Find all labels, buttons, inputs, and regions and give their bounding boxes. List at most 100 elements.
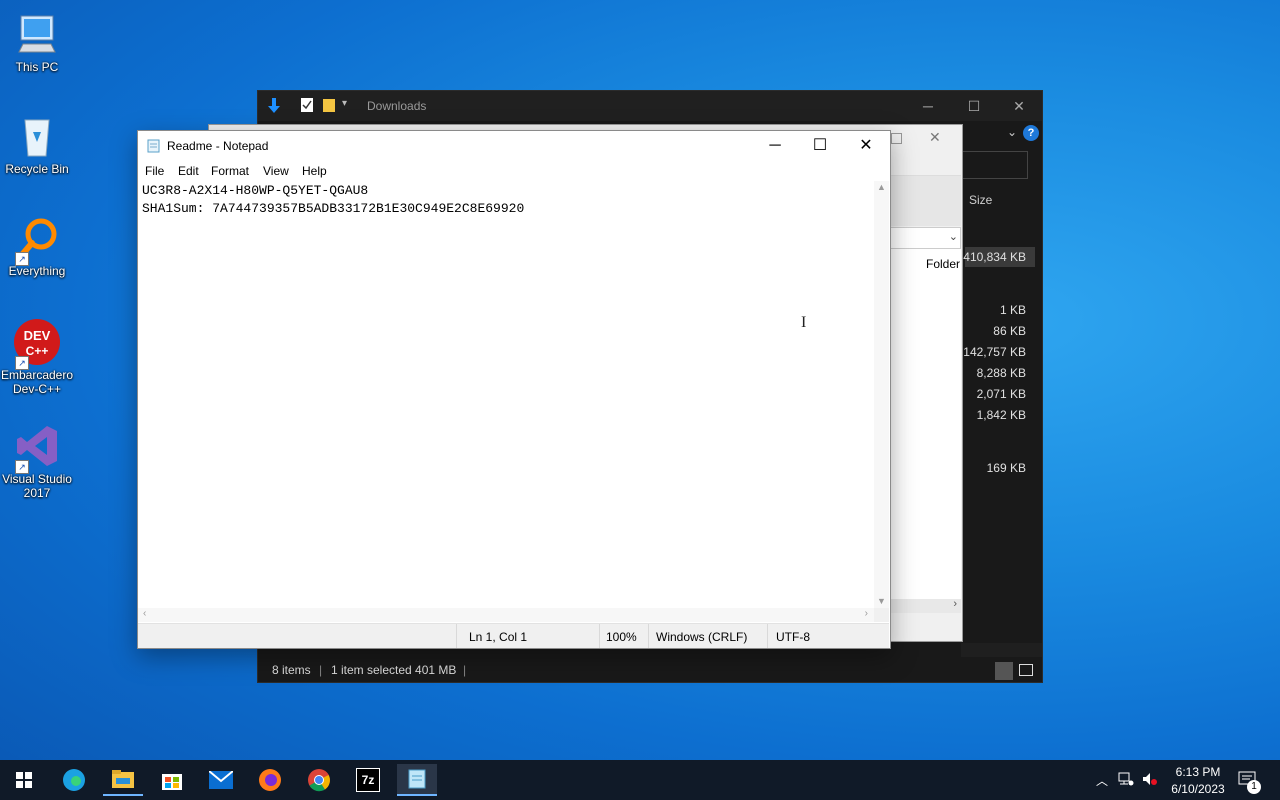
file-type: Folder [925,257,960,271]
chrome-icon[interactable] [299,764,339,796]
store-icon[interactable] [152,764,192,796]
search-box[interactable] [961,151,1028,179]
start-icon [16,772,32,788]
status-item-count: 8 items [272,663,311,677]
start-button[interactable] [4,764,44,796]
properties-icon[interactable] [300,97,314,115]
text-line: UC3R8-A2X14-H80WP-Q5YET-QGAU8 [142,183,369,198]
column-header-size[interactable]: Size [969,193,992,207]
text-line: SHA1Sum: 7A744739357B5ADB33172B1E30C949E… [142,201,525,216]
status-position: Ln 1, Col 1 [469,630,528,644]
file-size: 410,834 KB [963,250,1026,264]
desktop-icon-recycle-bin[interactable]: Recycle Bin [0,112,74,176]
taskbar: 7z ︿ 6:13 PM 6/10/2023 1 [0,760,1280,800]
help-icon[interactable]: ? [1023,125,1039,141]
expand-ribbon-icon[interactable]: ⌄ [1007,125,1017,139]
scrollbar-corner [874,608,889,622]
minimize-button[interactable]: ─ [752,131,798,161]
menu-edit[interactable]: Edit [178,164,199,178]
status-line-ending: Windows (CRLF) [656,630,748,644]
notepad-title: Readme - Notepad [167,139,269,153]
desktop-icon-label: Recycle Bin [5,162,69,176]
close-button[interactable]: ✕ [843,131,889,161]
scroll-right-icon[interactable]: › [865,608,868,619]
background-window-close-button[interactable]: ✕ [929,129,941,146]
menu-format[interactable]: Format [211,164,249,178]
show-hidden-icons-chevron-icon[interactable]: ︿ [1096,772,1108,789]
clock-time[interactable]: 6:13 PM [1172,765,1224,779]
menu-bar: File Edit Format View Help [138,161,890,181]
menu-file[interactable]: File [145,164,164,178]
desktop-icon-visual-studio[interactable]: ↗ Visual Studio 2017 [0,422,74,500]
shortcut-arrow-icon: ↗ [15,356,29,370]
7zip-icon[interactable]: 7z [348,764,388,796]
desktop-icon-label: Visual Studio 2017 [2,472,72,500]
desktop-icon-label: This PC [15,60,59,74]
maximize-button[interactable]: ☐ [797,131,843,161]
address-dropdown[interactable]: ⌄ [889,227,961,249]
horizontal-scrollbar[interactable]: ‹ › [138,608,874,622]
firefox-icon[interactable] [250,764,290,796]
menu-view[interactable]: View [263,164,289,178]
scroll-up-icon[interactable]: ▲ [877,182,886,192]
clock-date[interactable]: 6/10/2023 [1168,782,1228,796]
file-size: 1 KB [999,303,1026,317]
menu-help[interactable]: Help [302,164,327,178]
7zip-label: 7z [356,768,380,792]
notepad-app-icon [147,139,160,153]
text-cursor-icon: I [801,314,807,331]
status-divider [648,624,649,648]
status-divider [599,624,600,648]
file-explorer-icon[interactable] [103,764,143,796]
background-window-maximize-icon[interactable] [891,133,902,144]
notification-count-badge: 1 [1247,780,1261,794]
shortcut-arrow-icon: ↗ [15,460,29,474]
volume-muted-icon[interactable] [1142,772,1158,789]
desktop-icon-devcpp[interactable]: DEV C++ ↗ Embarcadero Dev-C++ [0,318,74,396]
download-arrow-icon [266,97,282,115]
computer-icon [13,10,61,58]
file-list-pane: Folder [889,249,961,599]
customize-quick-access-icon[interactable]: ▾ [342,98,347,116]
scroll-right-icon[interactable]: › [953,598,957,610]
edge-icon[interactable] [54,764,94,796]
new-folder-icon[interactable] [322,97,336,115]
text-editor[interactable]: UC3R8-A2X14-H80WP-Q5YET-QGAU8 SHA1Sum: 7A… [138,181,874,608]
recycle-bin-icon [13,112,61,160]
desktop-icon-this-pc[interactable]: This PC [0,10,74,74]
network-icon[interactable] [1118,772,1134,789]
vertical-scrollbar[interactable]: ▲ ▼ [874,181,889,608]
svg-text:DEV: DEV [24,328,51,343]
notepad-titlebar[interactable]: Readme - Notepad ─ ☐ ✕ [138,131,890,161]
magnifier-icon: ↗ [13,214,61,266]
explorer-horizontal-scrollbar[interactable] [961,643,1042,657]
visual-studio-icon: ↗ [13,422,61,474]
large-icons-view-icon[interactable] [1019,664,1033,676]
chevron-down-icon: ⌄ [948,231,958,243]
devcpp-icon: DEV C++ ↗ [13,318,61,370]
explorer-maximize-button[interactable]: ☐ [951,91,997,121]
status-selection: 1 item selected 401 MB [331,663,457,677]
scroll-down-icon[interactable]: ▼ [877,596,886,606]
desktop-icon-everything[interactable]: ↗ Everything [0,214,74,278]
file-size: 169 KB [986,461,1026,475]
scroll-left-icon[interactable]: ‹ [143,608,146,619]
explorer-statusbar: 8 items | 1 item selected 401 MB | [258,660,1042,682]
hscrollbar[interactable]: › [889,598,961,613]
notepad-statusbar: Ln 1, Col 1 100% Windows (CRLF) UTF-8 [138,623,889,648]
status-encoding: UTF-8 [776,630,810,644]
notepad-icon[interactable] [397,764,437,796]
explorer-title: Downloads [367,99,427,113]
mail-icon[interactable] [201,764,241,796]
explorer-details-pane: ⌄ ? Size 410,834 KB 1 KB 86 KB 142,757 K… [961,121,1042,653]
file-size: 1,842 KB [976,408,1026,422]
toolbar-area [889,175,961,226]
explorer-close-button[interactable]: ✕ [996,91,1042,121]
desktop-icon-label: Embarcadero Dev-C++ [0,368,74,396]
status-divider [456,624,457,648]
explorer-titlebar[interactable]: ▾ Downloads ─ ☐ ✕ [258,91,1042,121]
details-view-icon[interactable] [995,662,1013,680]
status-separator: | [463,663,467,677]
notepad-window[interactable]: Readme - Notepad ─ ☐ ✕ File Edit Format … [137,130,891,649]
explorer-minimize-button[interactable]: ─ [905,91,951,121]
